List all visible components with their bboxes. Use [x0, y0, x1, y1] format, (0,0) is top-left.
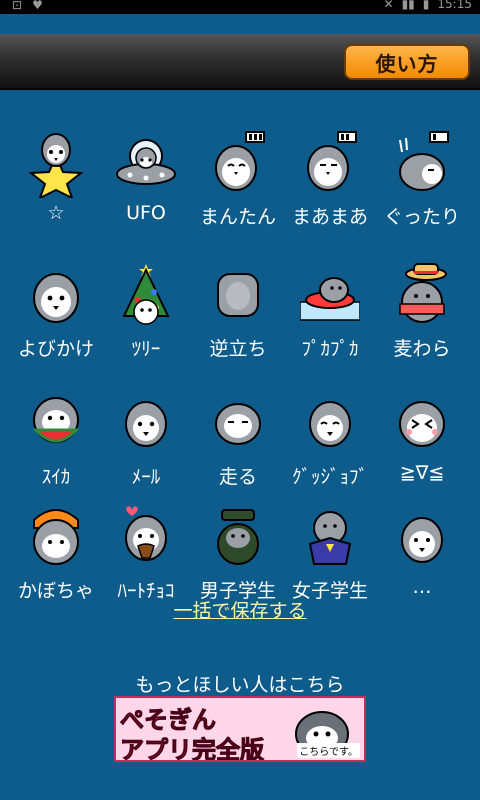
howto-button[interactable]: 使い方 — [344, 44, 470, 80]
penguin-mail-icon — [125, 401, 167, 447]
sticker-mail[interactable]: ﾒｰﾙ — [98, 378, 194, 498]
battery-icon: ▮ — [422, 0, 430, 11]
penguin-pumpkin-icon — [33, 509, 79, 565]
status-bar: ⊡ ♥ ✕ ▮▮ ▮ 15:15 — [0, 0, 480, 14]
sticker-happy-face[interactable]: ≧∇≦ — [374, 378, 470, 498]
penguin-thumbs-up-icon — [309, 401, 351, 447]
penguin-battery-empty-icon — [399, 131, 449, 191]
sticker-row: よびかけ ﾂﾘｰ 逆立ち ﾌﾟｶﾌﾟｶ 麦わら — [0, 250, 480, 370]
title-bar: 使い方 — [0, 34, 480, 90]
penguin-happy-icon — [399, 401, 445, 447]
penguin-star-icon — [28, 133, 84, 198]
sticker-girl-student[interactable]: 女子学生 — [282, 492, 378, 612]
penguin-school-cap-icon — [217, 509, 259, 565]
penguin-battery-half-icon — [307, 131, 357, 191]
penguin-christmas-tree-icon — [122, 264, 170, 325]
banner-tag: こちらです。 — [297, 743, 360, 758]
banner-subtitle: アプリ完全版 — [120, 736, 265, 762]
heart-icon: ♥ — [32, 0, 43, 12]
full-version-banner[interactable]: ぺそぎん アプリ完全版 こちらです。 — [114, 696, 366, 762]
sticker-heart-choco[interactable]: ﾊｰﾄﾁｮｺ — [98, 492, 194, 612]
penguin-handstand-icon — [217, 273, 259, 317]
penguin-running-icon — [215, 403, 261, 445]
sticker-mantan[interactable]: まんたん — [190, 118, 286, 238]
sticker-mugiwara[interactable]: 麦わら — [374, 250, 470, 370]
clock: 15:15 — [437, 0, 472, 11]
penguin-watermelon-icon — [32, 397, 80, 443]
sticker-label: … — [412, 576, 432, 598]
sticker-guttari[interactable]: ぐったり — [374, 118, 470, 238]
sticker-row: ｽｲｶ ﾒｰﾙ 走る ｸﾞｯｼﾞｮﾌﾞ ≧∇≦ — [0, 378, 480, 498]
sticker-yobikake[interactable]: よびかけ — [8, 250, 104, 370]
sticker-label: ≧∇≦ — [399, 462, 445, 484]
sticker-pukapuka[interactable]: ﾌﾟｶﾌﾟｶ — [282, 250, 378, 370]
sticker-ufo[interactable]: UFO — [98, 118, 194, 238]
sticker-row: かぼちゃ ﾊｰﾄﾁｮｺ 男子学生 女子学生 … — [0, 492, 480, 612]
penguin-battery-full-icon — [215, 131, 265, 191]
penguin-ufo-icon — [116, 139, 176, 185]
notification-icon: ⊡ — [12, 0, 23, 12]
sticker-good-job[interactable]: ｸﾞｯｼﾞｮﾌﾞ — [282, 378, 378, 498]
mute-icon: ✕ — [383, 0, 394, 11]
penguin-sailor-uniform-icon — [308, 511, 352, 565]
sticker-sakadachi[interactable]: 逆立ち — [190, 250, 286, 370]
penguin-heart-chocolate-icon — [125, 506, 167, 561]
sticker-row: ☆ UFO まんたん まあまあ ぐったり — [0, 118, 480, 238]
penguin-straw-hat-icon — [399, 263, 447, 323]
sticker-kabocha[interactable]: かぼちゃ — [8, 492, 104, 612]
sticker-ellipsis[interactable]: … — [374, 492, 470, 612]
sticker-label: 麦わら — [393, 338, 451, 360]
signal-icon: ▮▮ — [401, 0, 415, 11]
penguin-plain-icon — [401, 517, 443, 563]
sticker-tree[interactable]: ﾂﾘｰ — [98, 250, 194, 370]
more-stickers-text: もっとほしい人はこちら — [135, 674, 345, 696]
sticker-label: ぐったり — [383, 206, 460, 228]
sticker-hashiru[interactable]: 走る — [190, 378, 286, 498]
save-all-link[interactable]: 一括で保存する — [0, 596, 480, 623]
sticker-star[interactable]: ☆ — [8, 118, 104, 238]
sticker-maamaa[interactable]: まあまあ — [282, 118, 378, 238]
penguin-floating-icon — [300, 277, 360, 321]
sticker-boy-student[interactable]: 男子学生 — [190, 492, 286, 612]
sticker-suika[interactable]: ｽｲｶ — [8, 378, 104, 498]
penguin-calling-icon — [33, 273, 79, 323]
